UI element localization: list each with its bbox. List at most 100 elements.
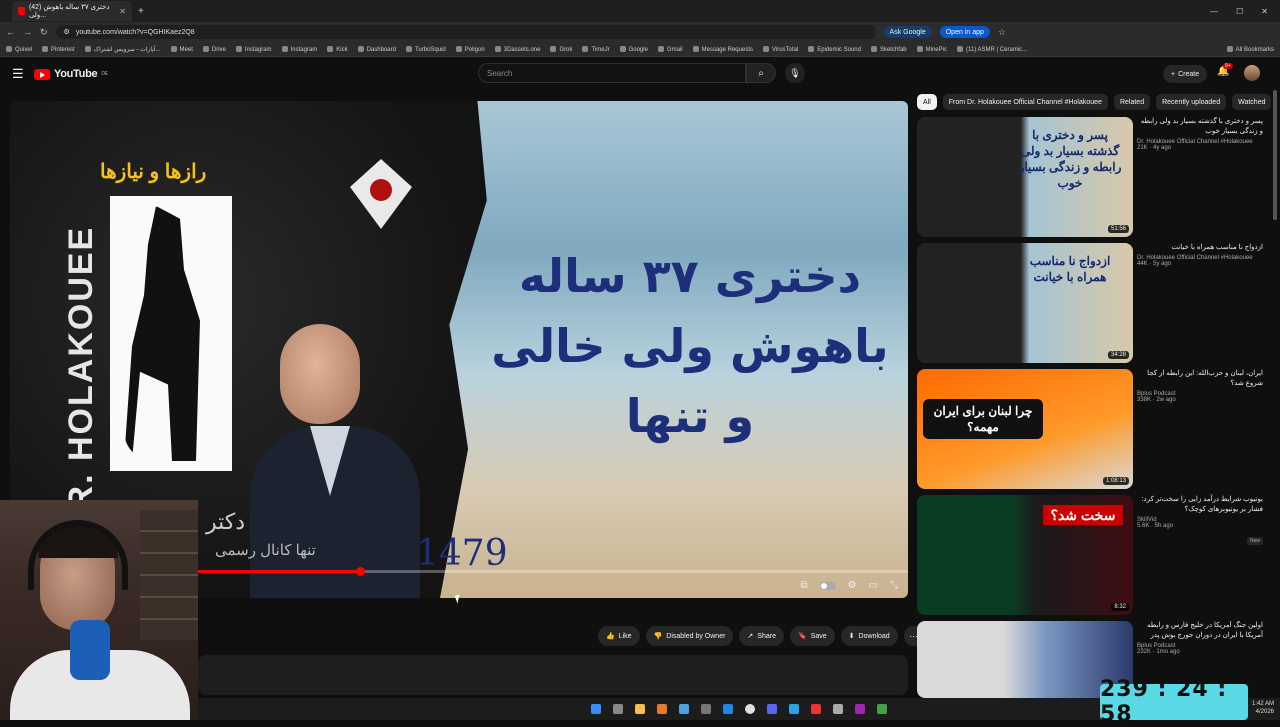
youtube-header: ☰ YouTube DE Search ⌕ 🎙 + Create 🔔 9+ [0, 58, 1280, 90]
edge-icon[interactable] [723, 704, 733, 714]
fullscreen-icon[interactable]: ⤡ [890, 580, 898, 591]
video-actions: 👍 Like 👎 Disabled by Owner ↗ Share 🔖 Save ⬇ D… [598, 626, 924, 646]
page-scrollbar[interactable] [1273, 90, 1277, 220]
bookmark-item[interactable]: Kick [327, 46, 347, 53]
bookmark-item[interactable]: Pinterest [42, 46, 75, 53]
view-count: 5.6K · 5h ago [1137, 523, 1174, 529]
video-duration: 8:32 [1111, 603, 1129, 611]
bookmark-item[interactable]: Google [620, 46, 648, 53]
system-clock[interactable]: 1:42 AM 4/2026 [1252, 700, 1274, 716]
recommendation-title[interactable]: پسر و دختری با گذشته بسیار بد ولی رابطه … [1137, 117, 1263, 137]
recommendation-title[interactable]: ایران، لبنان و حزب‌الله: این رابطه از کج… [1137, 369, 1263, 389]
filter-watched[interactable]: Watched [1232, 94, 1272, 110]
filter-from-channel[interactable]: From Dr. Holakouee Official Channel #Hol… [942, 94, 1108, 110]
description-box[interactable] [198, 655, 908, 695]
app-icon[interactable] [877, 704, 887, 714]
bookmark-item[interactable]: آپارات - سرویس اشتراک... [85, 46, 161, 53]
notifications-bell-icon[interactable]: 🔔 9+ [1217, 63, 1233, 77]
settings-icon[interactable] [701, 704, 711, 714]
notification-badge: 9+ [1223, 63, 1233, 69]
calculator-icon[interactable] [833, 704, 843, 714]
view-count: 21K · 4y ago [1137, 145, 1172, 151]
bookmark-item[interactable]: Gmail [658, 46, 683, 53]
task-view-icon[interactable] [613, 704, 623, 714]
recommendation-thumbnail[interactable]: سخت شد؟ 8:32 [917, 495, 1133, 615]
disabled-by-owner-button[interactable]: 👎 Disabled by Owner [645, 626, 734, 646]
bookmark-item[interactable]: 3Dassets.one [495, 46, 541, 53]
recorder-icon[interactable] [811, 704, 821, 714]
recommendation-filters: All From Dr. Holakouee Official Channel … [917, 94, 1272, 110]
close-window-icon[interactable]: ✕ [1261, 7, 1268, 16]
new-tab-button[interactable]: + [138, 6, 144, 17]
create-button[interactable]: + Create [1163, 65, 1208, 83]
filter-all[interactable]: All [917, 94, 937, 110]
recommendation-title[interactable]: اولین جنگ آمریکا در خلیج فارس و رابطه آم… [1137, 621, 1263, 641]
telegram-icon[interactable] [789, 704, 799, 714]
bookmark-item[interactable]: Instagram [282, 46, 318, 53]
bookmark-item[interactable]: Grok [550, 46, 572, 53]
autoplay-toggle[interactable] [819, 581, 836, 590]
bookmark-item[interactable]: Instagram [236, 46, 272, 53]
ask-google-button[interactable]: Ask Google [883, 26, 932, 38]
url-input[interactable]: ⚙ youtube.com/watch?v=QGHIKaez2Q8 [55, 25, 876, 39]
bookmark-item[interactable]: Message Requests [693, 46, 753, 53]
recommendation-thumbnail[interactable]: ازدواج نا مناسب همراه با خیانت 34:28 [917, 243, 1133, 363]
bookmark-item[interactable]: Epidemic Sound [808, 46, 861, 53]
rider-icon[interactable] [855, 704, 865, 714]
minimize-icon[interactable]: — [1210, 7, 1218, 16]
recommendation-title[interactable]: ازدواج نا مناسب همراه با خیانت [1137, 243, 1263, 253]
recommendation-item[interactable]: سخت شد؟ 8:32 یوتیوب شرایط درآمد زایی را … [917, 495, 1267, 615]
back-icon[interactable]: ← [6, 27, 15, 37]
bookmark-item[interactable]: VirusTotal [763, 46, 798, 53]
search-icon[interactable]: ⌕ [746, 63, 776, 83]
recommendation-item[interactable]: چرا لبنان برای ایران مهمه؟ 1:08:13 ایران… [917, 369, 1267, 489]
youtube-logo[interactable]: YouTube DE [34, 68, 108, 80]
save-button[interactable]: 🔖 Save [789, 626, 835, 646]
hamburger-menu-icon[interactable]: ☰ [12, 66, 34, 82]
search-app-icon[interactable] [657, 704, 667, 714]
logo-text: YouTube [54, 68, 98, 80]
player-controls: ⧉ ⚙ ▭ ⤡ [800, 580, 898, 591]
site-info-icon[interactable]: ⚙ [64, 28, 70, 36]
recommendation-item[interactable]: پسر و دختری با گذشته بسیار بد ولی رابطه … [917, 117, 1267, 237]
bookmark-item[interactable]: Meet [171, 46, 193, 53]
start-icon[interactable] [591, 704, 601, 714]
recommendation-meta: پسر و دختری با گذشته بسیار بد ولی رابطه … [1137, 117, 1263, 151]
settings-gear-icon[interactable]: ⚙ [848, 580, 857, 591]
bookmark-item[interactable]: Quixel [6, 46, 32, 53]
filter-related[interactable]: Related [1113, 94, 1151, 110]
recommendation-item[interactable]: ازدواج نا مناسب همراه با خیانت 34:28 ازد… [917, 243, 1267, 363]
bookmark-star-icon[interactable]: ☆ [998, 27, 1006, 38]
bookmark-item[interactable]: Poligon [456, 46, 485, 53]
bookmark-item[interactable]: TimeJr [582, 46, 609, 53]
file-explorer-icon[interactable] [635, 704, 645, 714]
bookmark-item[interactable]: Sketchfab [871, 46, 907, 53]
bookmark-item[interactable]: Drive [203, 46, 226, 53]
share-button[interactable]: ↗ Share [739, 626, 784, 646]
mail-icon[interactable] [679, 704, 689, 714]
recommendation-title[interactable]: یوتیوب شرایط درآمد زایی را سخت‌تر کرد: ف… [1137, 495, 1263, 515]
discord-icon[interactable] [767, 704, 777, 714]
bookmark-item[interactable]: TurboSquid [406, 46, 446, 53]
bookmark-item[interactable]: Dashboard [358, 46, 396, 53]
open-in-app-button[interactable]: Open in app [939, 26, 990, 38]
bookmark-item[interactable]: (11) ASMR | Ceramic... [957, 46, 1027, 53]
download-button[interactable]: ⬇ Download [840, 626, 898, 646]
all-bookmarks-button[interactable]: All Bookmarks [1227, 46, 1274, 53]
theater-mode-icon[interactable]: ▭ [869, 580, 878, 591]
recommendation-thumbnail[interactable]: پسر و دختری با گذشته بسیار بد ولی رابطه … [917, 117, 1133, 237]
microphone-icon[interactable]: 🎙 [785, 63, 805, 83]
search-input[interactable]: Search [478, 63, 746, 83]
filter-recently-uploaded[interactable]: Recently uploaded [1156, 94, 1227, 110]
bookmark-item[interactable]: MinePic [917, 46, 947, 53]
forward-icon[interactable]: → [23, 27, 32, 37]
browser-tab[interactable]: (42) دختری ۳۷ ساله باهوش ولی... ✕ [12, 1, 132, 21]
chrome-icon[interactable] [745, 704, 755, 714]
recommendation-thumbnail[interactable]: چرا لبنان برای ایران مهمه؟ 1:08:13 [917, 369, 1133, 489]
like-button[interactable]: 👍 Like [598, 626, 640, 646]
miniplayer-icon[interactable]: ⧉ [800, 580, 807, 591]
reload-icon[interactable]: ↻ [40, 27, 48, 38]
close-tab-icon[interactable]: ✕ [119, 7, 126, 16]
maximize-icon[interactable]: ☐ [1236, 7, 1243, 16]
account-avatar[interactable] [1244, 65, 1260, 81]
